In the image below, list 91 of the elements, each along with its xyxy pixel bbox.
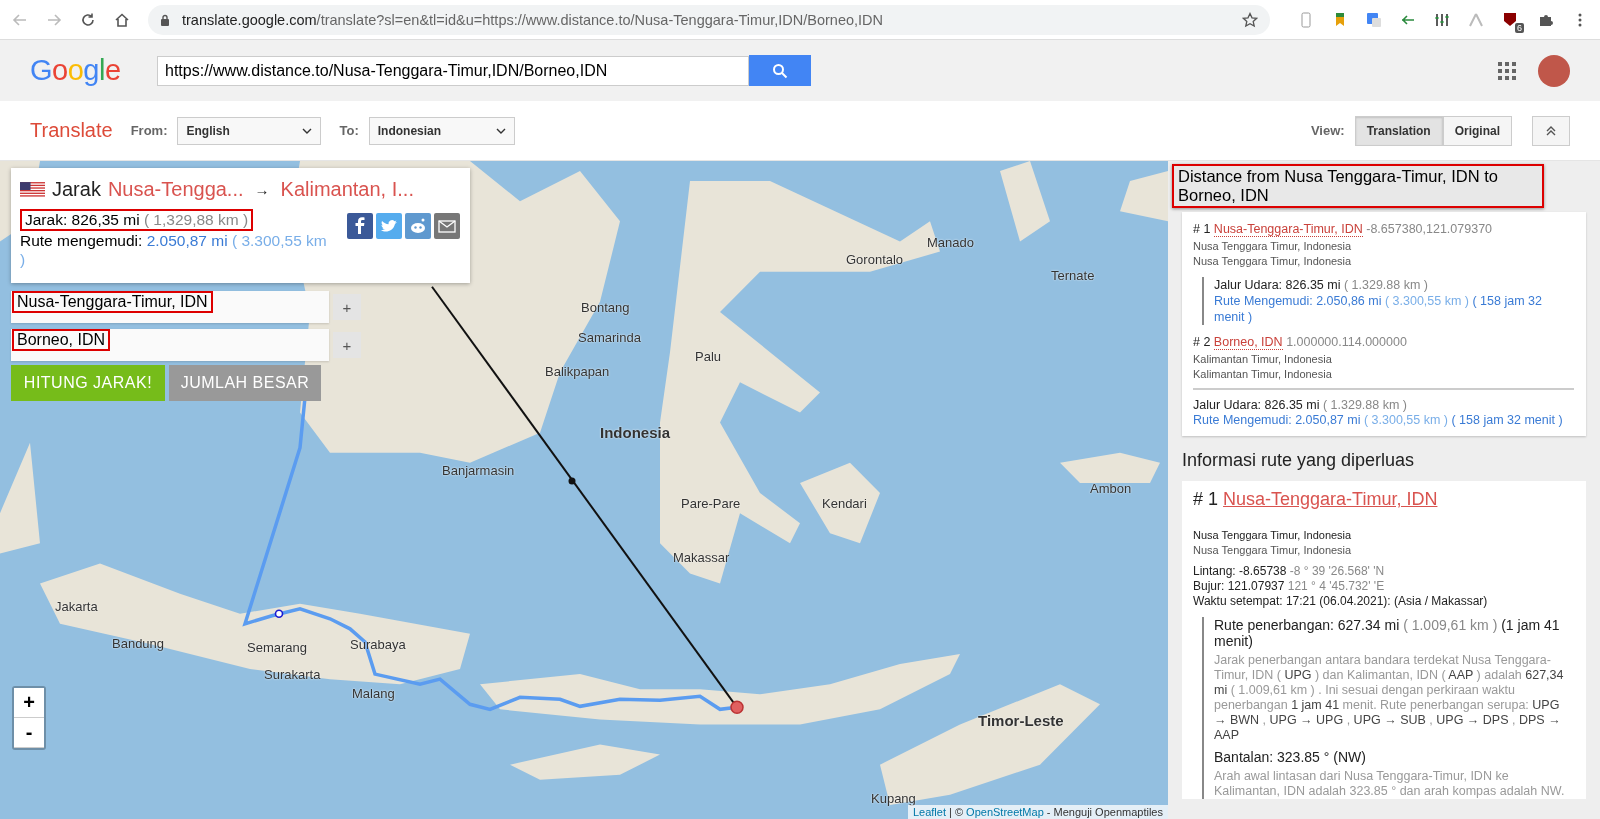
waypoint-marker[interactable] [274, 609, 284, 619]
to-label: To: [339, 123, 359, 138]
caret-icon [302, 127, 313, 134]
air-distance-text: Jalur Udara: 826.35 mi ( 1.329.88 km ) [1193, 398, 1408, 413]
region-text: Kalimantan Timur, Indonesia [1193, 367, 1333, 382]
from-label: From: [130, 123, 168, 138]
region-text: Nusa Tenggara Timur, Indonesia [1193, 239, 1353, 254]
map-label: Samarinda [578, 330, 641, 345]
to-language-select[interactable]: Indonesian [368, 116, 515, 145]
bearing-text: Bantalan: 323.85 ° (NW) [1214, 749, 1367, 765]
region-text: Nusa Tenggara Timur, Indonesia [1193, 254, 1353, 269]
map-label: Bontang [581, 300, 630, 315]
place-input[interactable]: Borneo, IDN [11, 329, 329, 361]
address-bar[interactable]: translate.google.com/translate?sl=en&tl=id&u=https://www.distance.to/Nusa-Tenggara-Timur,IDN/Borneo,IDN [148, 4, 1270, 35]
distance-text: Jarak: 826,35 mi ( 1,329,88 km ) [20, 209, 254, 231]
air-distance-text: Jalur Udara: 826.35 mi ( 1.329.88 km ) [1214, 277, 1429, 293]
add-button[interactable]: + [333, 294, 361, 320]
origin-link[interactable]: Nusa-Tengga... [107, 178, 244, 201]
destination-marker[interactable] [730, 700, 744, 715]
place-input[interactable]: Nusa-Tenggara-Timur, IDN [11, 291, 329, 323]
map-attribution: Leaflet | © OpenStreetMap - Menguji Openmaptiles [907, 805, 1168, 819]
map-label: Palu [695, 349, 722, 364]
apps-icon[interactable] [1498, 61, 1516, 80]
map-label: Ternate [1051, 268, 1095, 283]
map-label: Makassar [673, 550, 730, 565]
local-time-text: Waktu setempat: 17:21 (06.04.2021): (Asia / Makassar) [1193, 594, 1489, 609]
map-label: Jakarta [55, 599, 98, 614]
translate-title: Translate [30, 119, 113, 142]
bearing-description: Arah awal lintasan dari Nusa Tenggara-Timur, IDN ke Kalimantan, IDN adalah 323.85 ° dan arah kompas adalah NW. [1214, 769, 1566, 799]
openstreetmap-link[interactable]: OpenStreetMap [966, 806, 1044, 818]
view-toggle[interactable]: Translation [1354, 115, 1443, 146]
map-label: Banjarmasin [442, 463, 515, 478]
driving-route-link[interactable]: Rute Mengemudi: 2.050,87 mi ( 3.300,55 km ) ( 158 jam 32 menit ) [1193, 413, 1574, 428]
zoom-out-button[interactable]: - [14, 718, 44, 748]
point-heading: # 1 Nusa-Tenggara-Timur, IDN -8.657380,121.079370 [1193, 222, 1494, 236]
chevron-up-icon [1545, 124, 1557, 137]
card-title: Jarak [52, 178, 101, 201]
reload-icon[interactable] [80, 11, 96, 28]
longitude-text: Bujur: 121.07937 121 ° 4 '45.732' 'E [1193, 579, 1386, 594]
view-toggle[interactable]: Original [1442, 115, 1512, 146]
map-label: Indonesia [600, 424, 670, 441]
caret-icon [495, 127, 506, 134]
url-path: /translate?sl=en&tl=id&u=https://www.distance.to/Nusa-Tenggara-Timur,IDN/Borneo,IDN [316, 11, 884, 28]
translate-icon[interactable] [1366, 11, 1382, 28]
collapse-button[interactable] [1532, 115, 1570, 146]
mail-icon[interactable] [434, 213, 460, 239]
reddit-icon[interactable] [405, 213, 431, 239]
map-label: Kendari [822, 496, 867, 511]
leaflet-link[interactable]: Leaflet [912, 806, 946, 818]
map-label: Semarang [247, 640, 307, 655]
view-label: View: [1310, 123, 1345, 138]
map-label: Gorontalo [846, 252, 904, 267]
map-label: Ambon [1090, 481, 1132, 496]
map-label: Manado [927, 235, 974, 250]
lock-icon [160, 13, 170, 26]
midpoint-marker [568, 477, 576, 485]
arrow-text: → [254, 181, 270, 198]
url-host: translate.google.com [182, 11, 317, 28]
star-icon[interactable] [1242, 11, 1258, 28]
flight-description: Jarak penerbangan antara bandara terdekat Nusa Tenggara-Timur, IDN ( UPG ) dan Kalimantan, IDN ( AAP ) adalah 627,34 mi ( 1.009,61 km ) . Ini sesuai dengan perkiraan waktu penerbangan 1 jam 41 menit. Rute penerbangan serupa: UPG → BWN , UPG → UPG , UPG → SUB , UPG → DPS , DPS → AAP [1214, 653, 1565, 743]
zoom-in-button[interactable]: + [14, 688, 44, 718]
flight-route-text: Rute penerbangan: 627.34 mi ( 1.009,61 km ) (1 jam 41 menit) [1214, 617, 1561, 649]
map-label: Timor-Leste [978, 712, 1064, 729]
map-label: Bandung [112, 636, 165, 651]
region-text: Kalimantan Timur, Indonesia [1193, 352, 1333, 367]
region-text: Nusa Tenggara Timur, Indonesia [1193, 543, 1353, 558]
destination-link[interactable]: Kalimantan, I... [280, 178, 414, 201]
summary-title: Distance from Nusa Tenggara-Timur, IDN to Borneo, IDN [1172, 164, 1544, 208]
point-heading: # 2 Borneo, IDN 1.000000.114.000000 [1193, 335, 1408, 349]
search-field[interactable]: https://www.distance.to/Nusa-Tenggara-Timur,IDN/Borneo,IDN [157, 55, 749, 86]
map-label: Surakarta [264, 667, 321, 682]
flag-icon [20, 181, 45, 198]
latitude-text: Lintang: -8.65738 -8 ° 39 '26.568' 'N [1193, 564, 1386, 579]
map-label: Kupang [871, 791, 916, 806]
region-text: Nusa Tenggara Timur, Indonesia [1193, 528, 1353, 543]
section-heading: Informasi rute yang diperluas [1182, 450, 1416, 471]
avatar[interactable] [1538, 54, 1570, 87]
add-button[interactable]: + [333, 332, 361, 358]
from-language-select[interactable]: English [177, 116, 322, 145]
search-icon [772, 62, 788, 79]
home-icon[interactable] [114, 11, 130, 28]
driving-distance-text: Rute mengemudi: 2.050,87 mi ( 3.300,55 km ) [20, 231, 328, 269]
equalizer-icon[interactable] [1434, 11, 1450, 28]
extension-badge: 6 [1515, 22, 1524, 33]
facebook-icon[interactable] [347, 213, 373, 239]
search-button[interactable] [749, 55, 811, 86]
point-heading: # 1 Nusa-Tenggara-Timur, IDN [1193, 489, 1439, 510]
map-label: Pare-Pare [681, 496, 741, 511]
map-label: Balikpapan [545, 364, 610, 379]
map-label: Malang [352, 686, 395, 701]
driving-route-link[interactable]: Rute Mengemudi: 2.050,86 mi ( 3.300,55 km ) ( 158 jam 32 menit ) [1214, 293, 1574, 325]
